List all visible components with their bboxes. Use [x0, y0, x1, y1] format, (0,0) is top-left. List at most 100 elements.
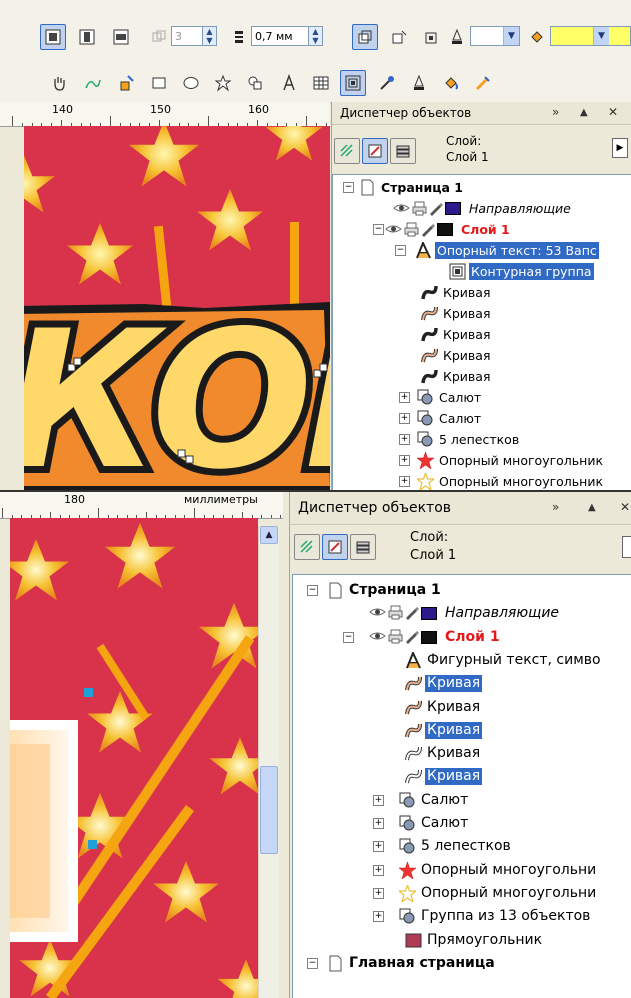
layer-color-swatch[interactable] [421, 630, 437, 644]
expand-node-icon[interactable]: + [373, 841, 384, 853]
expand-node-icon[interactable]: + [399, 413, 410, 424]
editable-pencil-icon[interactable] [403, 628, 420, 645]
layer-color-swatch[interactable] [437, 223, 453, 236]
tree-row[interactable]: +5 лепестков [333, 429, 631, 450]
visibility-eye-icon[interactable] [369, 604, 386, 621]
fit-to-frame-button[interactable] [40, 24, 66, 50]
expand-node-icon[interactable]: + [399, 476, 410, 487]
expand-node-icon[interactable]: + [399, 392, 410, 403]
expand-node-icon[interactable]: + [373, 887, 384, 899]
center-align-button[interactable] [74, 24, 100, 50]
scroll-thumb[interactable] [260, 766, 278, 854]
tree-row[interactable]: + Салют [333, 387, 631, 408]
fill-color-dropdown[interactable]: ▼ [550, 26, 631, 46]
tree-row[interactable]: + Опорный многоугольник [333, 471, 631, 490]
tree-row[interactable]: Контурная группа [333, 261, 631, 282]
collapse-node-icon[interactable]: − [395, 245, 406, 256]
tree-row[interactable]: + Салют [333, 408, 631, 429]
contour-tool-icon[interactable] [340, 70, 366, 96]
tree-row[interactable]: Фигурный текст, симво [293, 649, 631, 672]
tree-row[interactable]: Кривая [293, 696, 631, 719]
editable-pencil-icon[interactable] [419, 221, 436, 238]
collapse-node-icon[interactable]: − [373, 224, 384, 235]
tree-row[interactable]: − Главная страница [293, 952, 631, 975]
tree-row[interactable]: +5 лепестков [293, 835, 631, 858]
tree-row[interactable]: + Салют [293, 812, 631, 835]
expand-node-icon[interactable]: + [373, 818, 384, 829]
clear-effect-button[interactable] [386, 24, 412, 50]
tree-row[interactable]: Кривая [333, 345, 631, 366]
tree-row[interactable]: Прямоугольник [293, 929, 631, 952]
outline-pen-tool-icon[interactable] [406, 70, 432, 96]
close-docker-icon[interactable]: ✕ [608, 105, 618, 119]
copy-properties-button[interactable] [352, 24, 378, 50]
show-properties-button[interactable] [334, 138, 360, 164]
tree-row[interactable]: Направляющие [293, 602, 631, 625]
docker-menu-arrow-button[interactable]: ▶ [612, 138, 628, 158]
layer-manager-view-button[interactable] [390, 138, 416, 164]
collapse-docker-icon[interactable]: ▲ [580, 107, 588, 118]
expand-node-icon[interactable]: + [373, 864, 384, 876]
printable-icon[interactable] [387, 628, 404, 645]
freehand-tool-icon[interactable] [80, 70, 106, 96]
collapse-node-icon[interactable]: − [307, 957, 318, 969]
ellipse-tool-icon[interactable] [178, 70, 204, 96]
tree-row[interactable]: Кривая [333, 303, 631, 324]
outline-width-spinner[interactable]: ▲ ▼ [309, 26, 323, 46]
tree-row[interactable]: Кривая [333, 366, 631, 387]
tree-row[interactable]: + Группа из 13 объектов [293, 905, 631, 928]
tree-row[interactable]: Кривая [333, 282, 631, 303]
tree-row[interactable]: Кривая [333, 324, 631, 345]
interactive-fill-tool-icon[interactable] [470, 70, 496, 96]
rectangle-tool-icon[interactable] [146, 70, 172, 96]
expand-docker-icon[interactable]: » [552, 105, 559, 119]
tree-row[interactable]: − Опорный текст: 53 Вапс [333, 240, 631, 261]
expand-node-icon[interactable]: + [373, 911, 384, 923]
collapse-node-icon[interactable]: − [307, 585, 318, 596]
visibility-eye-icon[interactable] [393, 200, 410, 217]
printable-icon[interactable] [403, 221, 420, 238]
edit-across-layers-button[interactable] [322, 534, 348, 560]
tree-row[interactable]: + Салют [293, 789, 631, 812]
tree-row[interactable]: Направляющие [333, 198, 631, 219]
tree-row[interactable]: + Опорный многоугольни [293, 882, 631, 905]
expand-node-icon[interactable]: + [399, 455, 410, 466]
collapse-node-icon[interactable]: − [343, 631, 354, 643]
smart-fill-tool-icon[interactable] [114, 70, 140, 96]
copies-spinner[interactable]: ▲ ▼ [203, 26, 217, 46]
fill-tool-icon[interactable] [438, 70, 464, 96]
table-tool-icon[interactable] [308, 70, 334, 96]
tree-row[interactable]: Кривая [293, 742, 631, 765]
outline-color-dropdown[interactable]: ▼ [470, 26, 520, 46]
expand-node-icon[interactable]: + [373, 794, 384, 806]
docker-menu-arrow-button[interactable] [622, 536, 631, 558]
tree-row[interactable]: + Опорный многоугольни [293, 859, 631, 882]
tree-row[interactable]: − Слой 1 [333, 219, 631, 240]
outline-width-input[interactable]: 0,7 мм [251, 26, 309, 46]
expand-docker-icon[interactable]: » [552, 500, 559, 514]
polygon-tool-icon[interactable] [210, 70, 236, 96]
drawing-canvas[interactable]: КОП [24, 126, 330, 490]
collapse-node-icon[interactable]: − [343, 182, 354, 193]
tree-row[interactable]: Кривая [293, 765, 631, 788]
basic-shapes-tool-icon[interactable] [242, 70, 268, 96]
show-properties-button[interactable] [294, 534, 320, 560]
pan-tool-icon[interactable] [46, 70, 72, 96]
stretch-button[interactable] [108, 24, 134, 50]
visibility-eye-icon[interactable] [369, 628, 386, 645]
drawing-canvas[interactable] [10, 518, 258, 998]
close-docker-icon[interactable]: ✕ [620, 500, 630, 514]
tree-row[interactable]: + Опорный многоугольник [333, 450, 631, 471]
collapse-docker-icon[interactable]: ▲ [588, 502, 596, 513]
tree-row[interactable]: Кривая [293, 672, 631, 695]
text-tool-icon[interactable] [276, 70, 302, 96]
vertical-scrollbar[interactable]: ▲ [258, 526, 279, 998]
tree-row[interactable]: − Страница 1 [293, 579, 631, 602]
layer-color-swatch[interactable] [445, 202, 461, 215]
layer-manager-view-button[interactable] [350, 534, 376, 560]
expand-node-icon[interactable]: + [399, 434, 410, 445]
scroll-up-button[interactable]: ▲ [260, 526, 278, 544]
visibility-eye-icon[interactable] [385, 221, 402, 238]
layer-color-swatch[interactable] [421, 607, 437, 621]
editable-pencil-icon[interactable] [403, 604, 420, 621]
